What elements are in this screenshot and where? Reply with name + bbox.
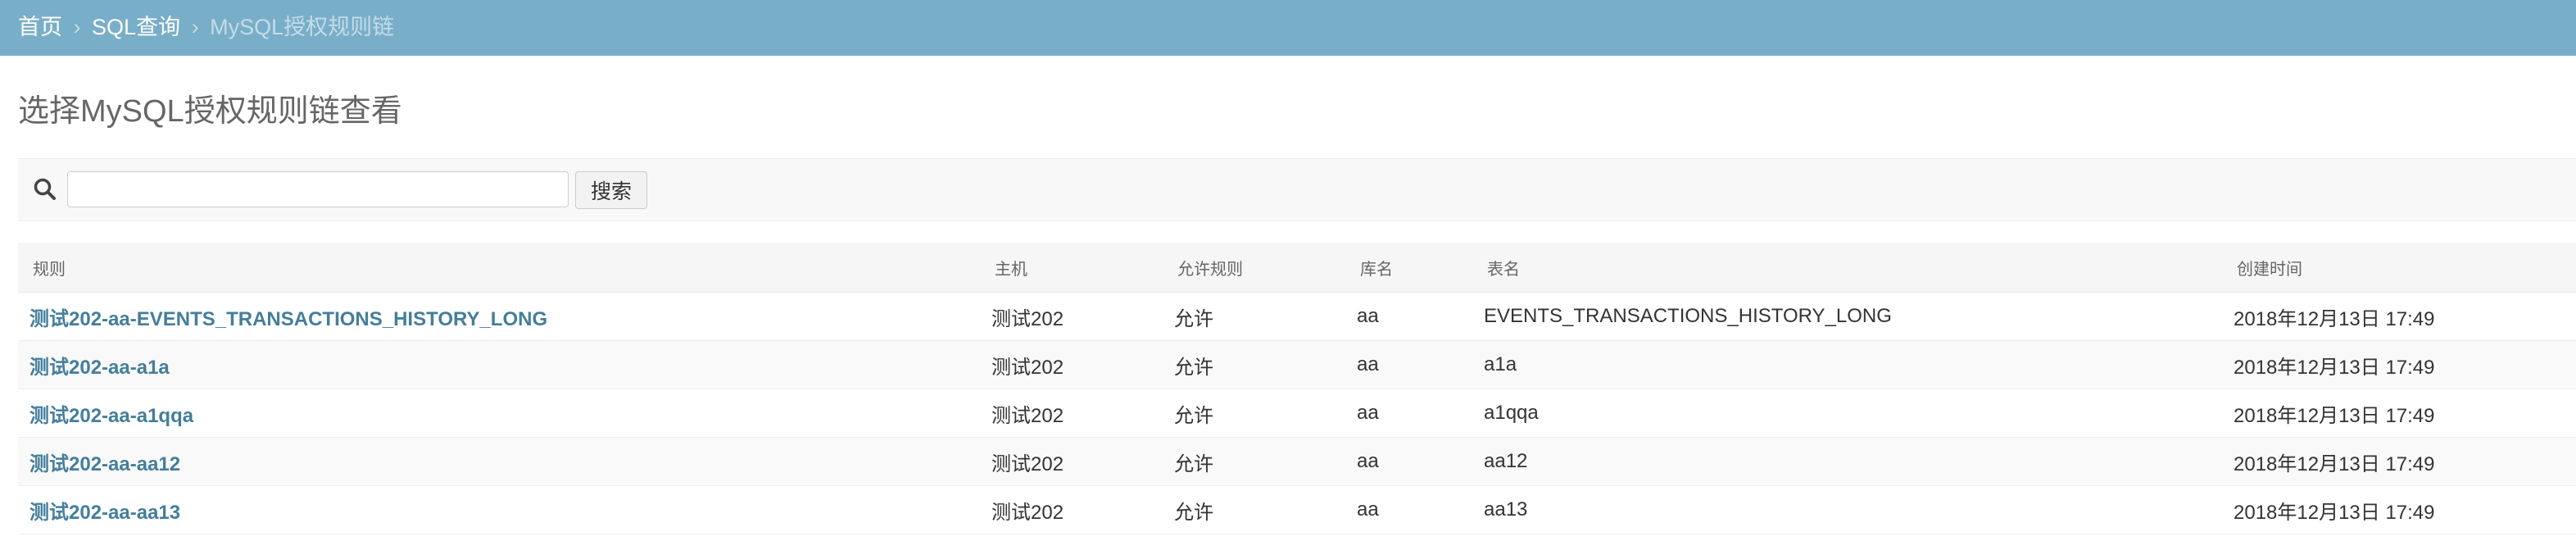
page-title: 选择MySQL授权规则链查看 (18, 94, 402, 129)
cell-created-time: 2018年12月13日 17:49 (2222, 437, 2576, 486)
table-row: 测试202-aa-EVENTS_TRANSACTIONS_HISTORY_LON… (18, 292, 2576, 341)
cell-db-name: aa (1345, 485, 1472, 534)
cell-host: 测试202 (980, 389, 1163, 438)
breadcrumb-sql-query-link[interactable]: SQL查询 (92, 15, 180, 39)
search-button[interactable]: 搜索 (575, 171, 647, 209)
cell-host: 测试202 (980, 292, 1163, 341)
search-toolbar: 搜索 (18, 158, 2576, 221)
cell-created-time: 2018年12月13日 17:49 (2222, 485, 2576, 534)
table-row: 测试202-aa-a1a 测试202 允许 aa a1a 2018年12月13日… (18, 340, 2576, 389)
cell-allow-rule: 允许 (1163, 485, 1345, 534)
column-header-db-name[interactable]: 库名 (1345, 243, 1472, 293)
cell-db-name: aa (1345, 340, 1472, 389)
cell-host: 测试202 (980, 485, 1163, 534)
cell-created-time: 2018年12月13日 17:49 (2222, 340, 2576, 389)
breadcrumb-current: MySQL授权规则链 (210, 15, 395, 39)
cell-host: 测试202 (980, 340, 1163, 389)
search-icon (34, 178, 56, 200)
column-header-created-time[interactable]: 创建时间 (2222, 243, 2576, 293)
column-header-host[interactable]: 主机 (980, 243, 1163, 293)
table-row: 测试202-aa-aa12 测试202 允许 aa aa12 2018年12月1… (18, 437, 2576, 486)
rule-link[interactable]: 测试202-aa-EVENTS_TRANSACTIONS_HISTORY_LON… (29, 308, 547, 330)
cell-created-time: 2018年12月13日 17:49 (2222, 389, 2576, 438)
breadcrumb-separator: › (73, 15, 81, 39)
cell-allow-rule: 允许 (1163, 340, 1345, 389)
table-row: 测试202-aa-aa13 测试202 允许 aa aa13 2018年12月1… (18, 485, 2576, 534)
cell-db-name: aa (1345, 437, 1472, 486)
table-header-row: 规则 主机 允许规则 库名 表名 创建时间 (18, 243, 2576, 293)
cell-allow-rule: 允许 (1163, 437, 1345, 486)
column-header-table-name[interactable]: 表名 (1472, 243, 2222, 293)
breadcrumb: 首页 › SQL查询 › MySQL授权规则链 (0, 0, 2576, 56)
cell-table-name: aa13 (1472, 485, 2222, 534)
rule-link[interactable]: 测试202-aa-a1a (29, 357, 170, 379)
cell-db-name: aa (1345, 292, 1472, 341)
cell-table-name: a1qqa (1472, 389, 2222, 438)
rule-link[interactable]: 测试202-aa-aa13 (29, 502, 180, 524)
cell-created-time: 2018年12月13日 17:49 (2222, 292, 2576, 341)
cell-allow-rule: 允许 (1163, 292, 1345, 341)
cell-table-name: EVENTS_TRANSACTIONS_HISTORY_LONG (1472, 292, 2222, 341)
breadcrumb-home-link[interactable]: 首页 (18, 15, 62, 39)
cell-db-name: aa (1345, 389, 1472, 438)
cell-host: 测试202 (980, 437, 1163, 486)
table-row: 测试202-aa-a1qqa 测试202 允许 aa a1qqa 2018年12… (18, 389, 2576, 438)
breadcrumb-separator: › (191, 15, 199, 39)
results-table: 规则 主机 允许规则 库名 表名 创建时间 测试202-aa-EVENTS_TR… (18, 243, 2576, 534)
column-header-allow-rule[interactable]: 允许规则 (1163, 243, 1345, 293)
rule-link[interactable]: 测试202-aa-a1qqa (29, 405, 193, 427)
cell-table-name: aa12 (1472, 437, 2222, 486)
column-header-rule[interactable]: 规则 (18, 243, 980, 293)
cell-allow-rule: 允许 (1163, 389, 1345, 438)
rule-link[interactable]: 测试202-aa-aa12 (29, 453, 180, 475)
cell-table-name: a1a (1472, 340, 2222, 389)
search-input[interactable] (67, 171, 569, 207)
